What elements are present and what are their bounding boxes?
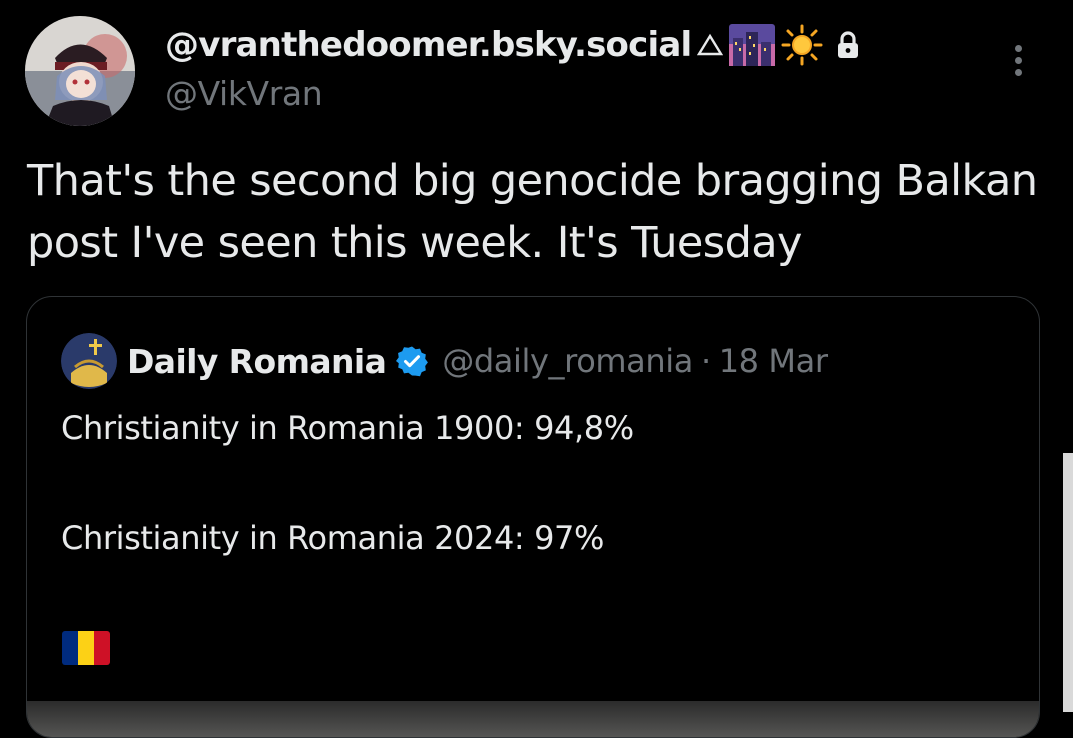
quoted-author-name[interactable]: Daily Romania (127, 342, 387, 381)
author-handle[interactable]: @VikVran (165, 74, 965, 113)
flag-stripe-blue (62, 631, 78, 665)
scrollbar[interactable] (1063, 453, 1073, 712)
quoted-post-line (61, 456, 1021, 511)
header-separator: · (700, 342, 711, 380)
author-name-row: @vranthedoomer.bsky.social (165, 20, 965, 70)
sun-emoji-icon (781, 24, 823, 66)
author-avatar[interactable] (25, 16, 135, 126)
more-options-button[interactable] (1003, 40, 1033, 80)
quoted-author-avatar[interactable] (61, 333, 117, 389)
more-dot-icon (1014, 56, 1022, 64)
quoted-post-card[interactable]: Daily Romania @daily_romania · 18 Mar Ch… (26, 296, 1040, 738)
flag-stripe-red (94, 631, 110, 665)
author-block: @vranthedoomer.bsky.social @VikVran (165, 20, 965, 113)
quoted-post-line: Christianity in Romania 2024: 97% (61, 519, 604, 557)
romania-flag-icon (62, 631, 110, 665)
quoted-post-line: Christianity in Romania 1900: 94,8% (61, 409, 634, 447)
more-dot-icon (1014, 44, 1022, 52)
more-dot-icon (1014, 68, 1022, 76)
flag-stripe-yellow (78, 631, 94, 665)
quoted-post-body: Christianity in Romania 1900: 94,8% Chri… (61, 401, 1021, 566)
author-display-name[interactable]: @vranthedoomer.bsky.social (165, 25, 692, 65)
quoted-author-handle[interactable]: @daily_romania (442, 342, 693, 380)
post-text: That's the second big genocide bragging … (27, 156, 1038, 268)
night-city-emoji-icon (729, 24, 776, 66)
lock-icon (835, 30, 861, 60)
quoted-post-date[interactable]: 18 Mar (719, 342, 828, 380)
verified-badge-icon (396, 345, 429, 377)
quoted-post-header: Daily Romania @daily_romania · 18 Mar (61, 333, 828, 389)
triangle-icon (697, 33, 724, 57)
quoted-media-preview[interactable] (27, 701, 1039, 737)
